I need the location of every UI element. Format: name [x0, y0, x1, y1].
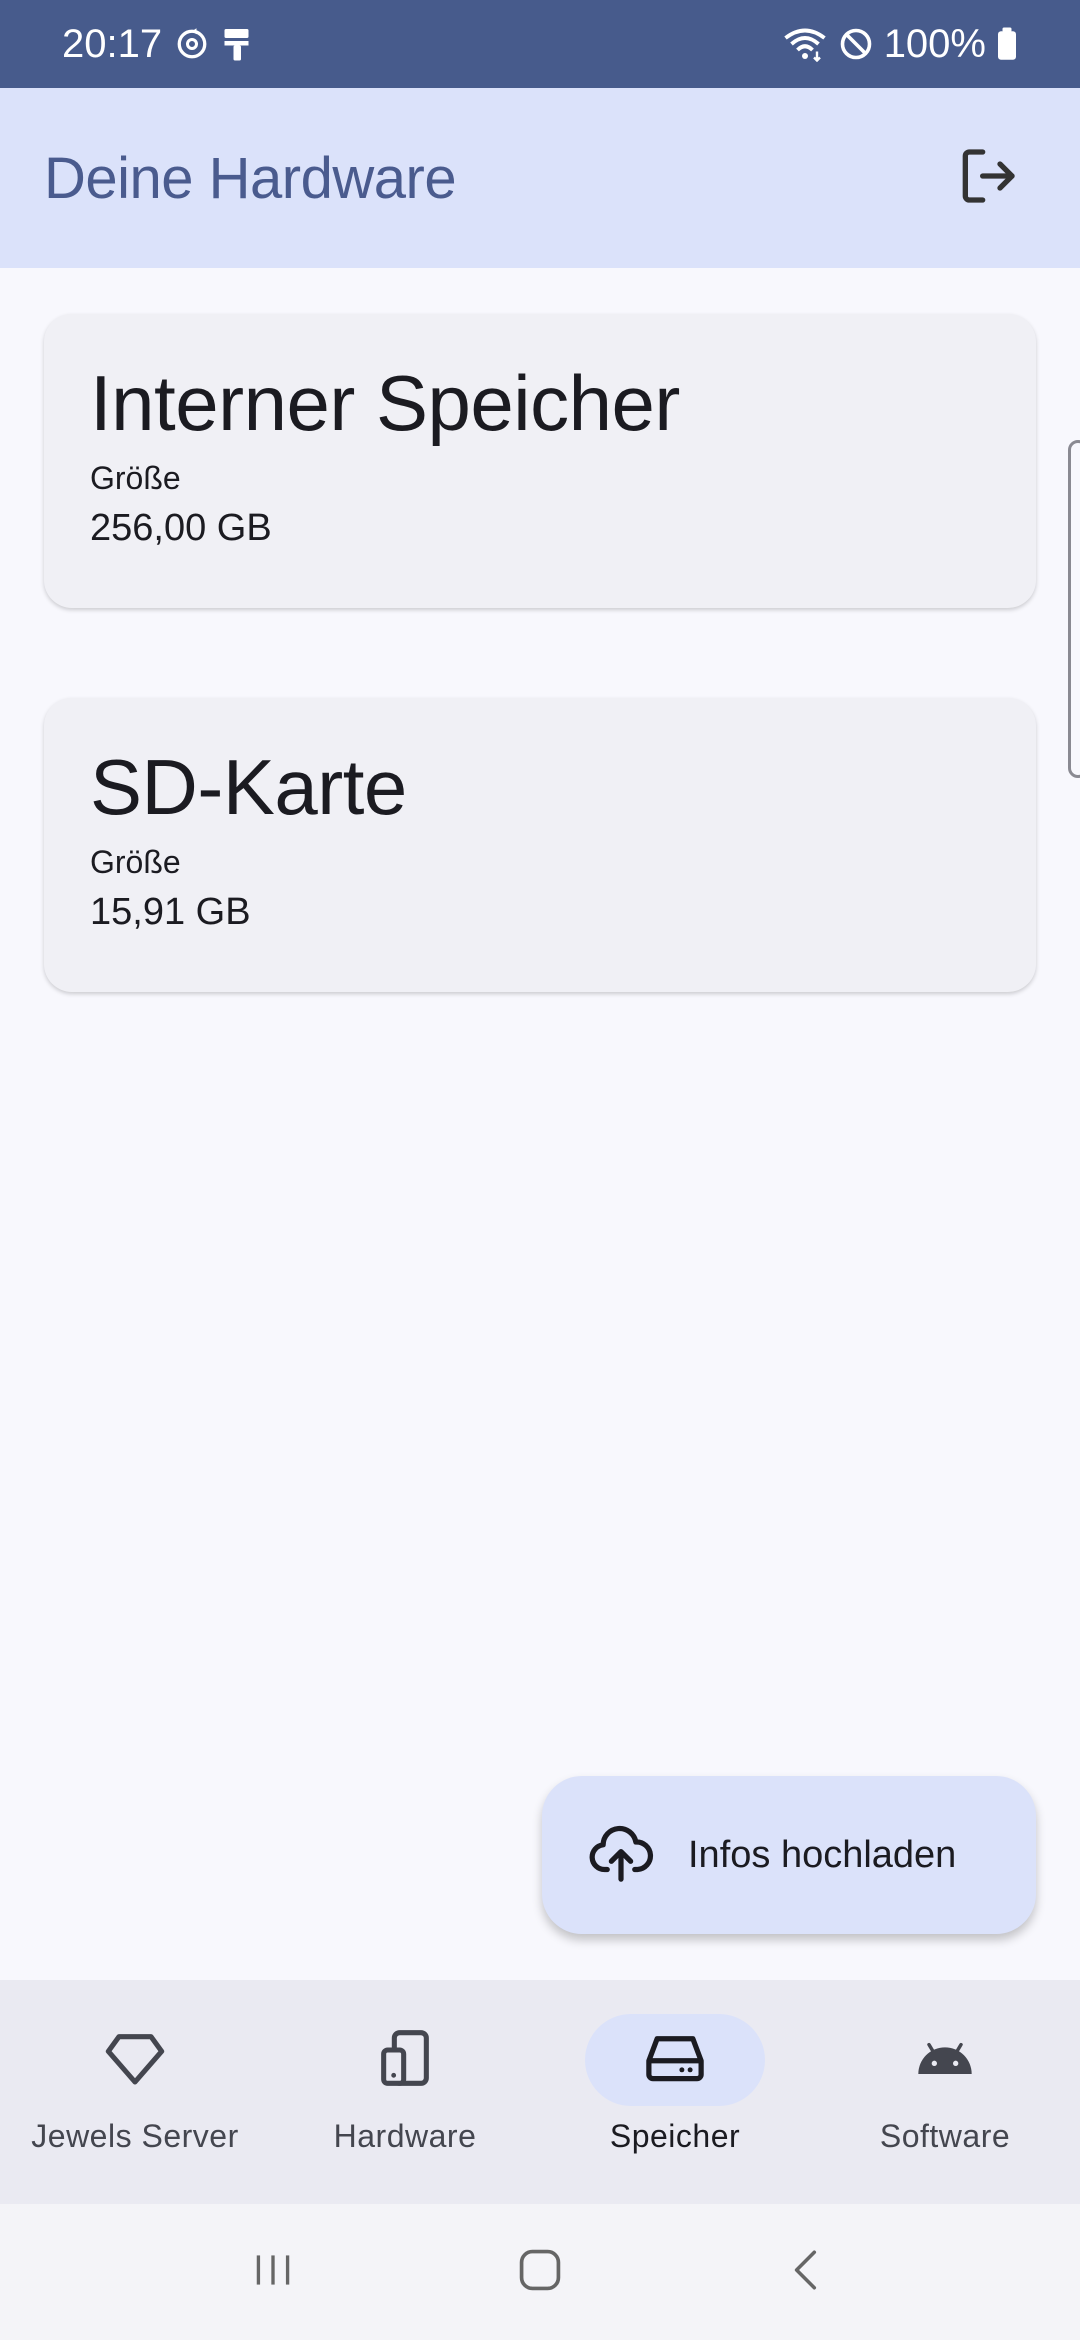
storage-size-value: 15,91 GB — [90, 891, 251, 933]
nav-item-software[interactable]: Software — [810, 1980, 1080, 2204]
nav-item-jewels-server[interactable]: Jewels Server — [0, 1980, 270, 2204]
status-left: 20:17 — [62, 22, 254, 67]
nav-item-hardware[interactable]: Hardware — [270, 1980, 540, 2204]
home-button[interactable] — [490, 2222, 590, 2322]
cloud-upload-icon — [588, 1820, 654, 1891]
logout-button[interactable] — [940, 130, 1036, 226]
nav-label: Hardware — [333, 2118, 477, 2154]
battery-icon — [996, 26, 1018, 62]
app-bar: Deine Hardware — [0, 88, 1080, 268]
android-icon — [913, 2026, 977, 2095]
storage-size-value: 256,00 GB — [90, 507, 272, 549]
upload-info-button[interactable]: Infos hochladen — [542, 1776, 1036, 1934]
back-button[interactable] — [757, 2222, 857, 2322]
paint-roller-icon — [222, 26, 254, 62]
recent-apps-icon — [248, 2245, 298, 2300]
wifi-icon — [782, 26, 828, 62]
diamond-icon — [103, 2026, 167, 2095]
page-title: Deine Hardware — [44, 145, 457, 211]
scroll-handle[interactable] — [1068, 440, 1080, 778]
storage-card-internal: Interner Speicher Größe 256,00 GB — [44, 314, 1036, 608]
storage-size-label: Größe — [90, 844, 181, 880]
nav-label: Jewels Server — [31, 2118, 239, 2154]
nav-icon-container — [315, 2014, 495, 2106]
do-not-disturb-icon — [838, 26, 874, 62]
upload-info-label: Infos hochladen — [688, 1833, 957, 1876]
storage-card-title: Interner Speicher — [90, 359, 680, 447]
storage-size-label: Größe — [90, 460, 181, 496]
bottom-navigation: Jewels Server Hardware Speicher Software — [0, 1980, 1080, 2204]
storage-card-title: SD-Karte — [90, 743, 407, 831]
status-time: 20:17 — [62, 21, 163, 66]
home-icon — [514, 2244, 566, 2301]
hard-drive-icon — [642, 2025, 708, 2096]
sync-icon — [174, 26, 210, 62]
nav-icon-container — [855, 2014, 1035, 2106]
back-icon — [782, 2245, 832, 2300]
nav-icon-container-active — [585, 2014, 765, 2106]
nav-label: Software — [879, 2118, 1011, 2154]
nav-label: Speicher — [609, 2118, 741, 2154]
logout-icon — [956, 144, 1020, 213]
recent-apps-button[interactable] — [223, 2222, 323, 2322]
storage-card-sd: SD-Karte Größe 15,91 GB — [44, 698, 1036, 992]
nav-icon-container — [45, 2014, 225, 2106]
status-right: 100% — [782, 22, 1018, 67]
status-bar: 20:17 100% — [0, 0, 1080, 88]
system-navigation-bar — [0, 2204, 1080, 2340]
nav-item-speicher[interactable]: Speicher — [540, 1980, 810, 2204]
battery-percent: 100% — [883, 21, 986, 66]
devices-icon — [373, 2026, 437, 2095]
